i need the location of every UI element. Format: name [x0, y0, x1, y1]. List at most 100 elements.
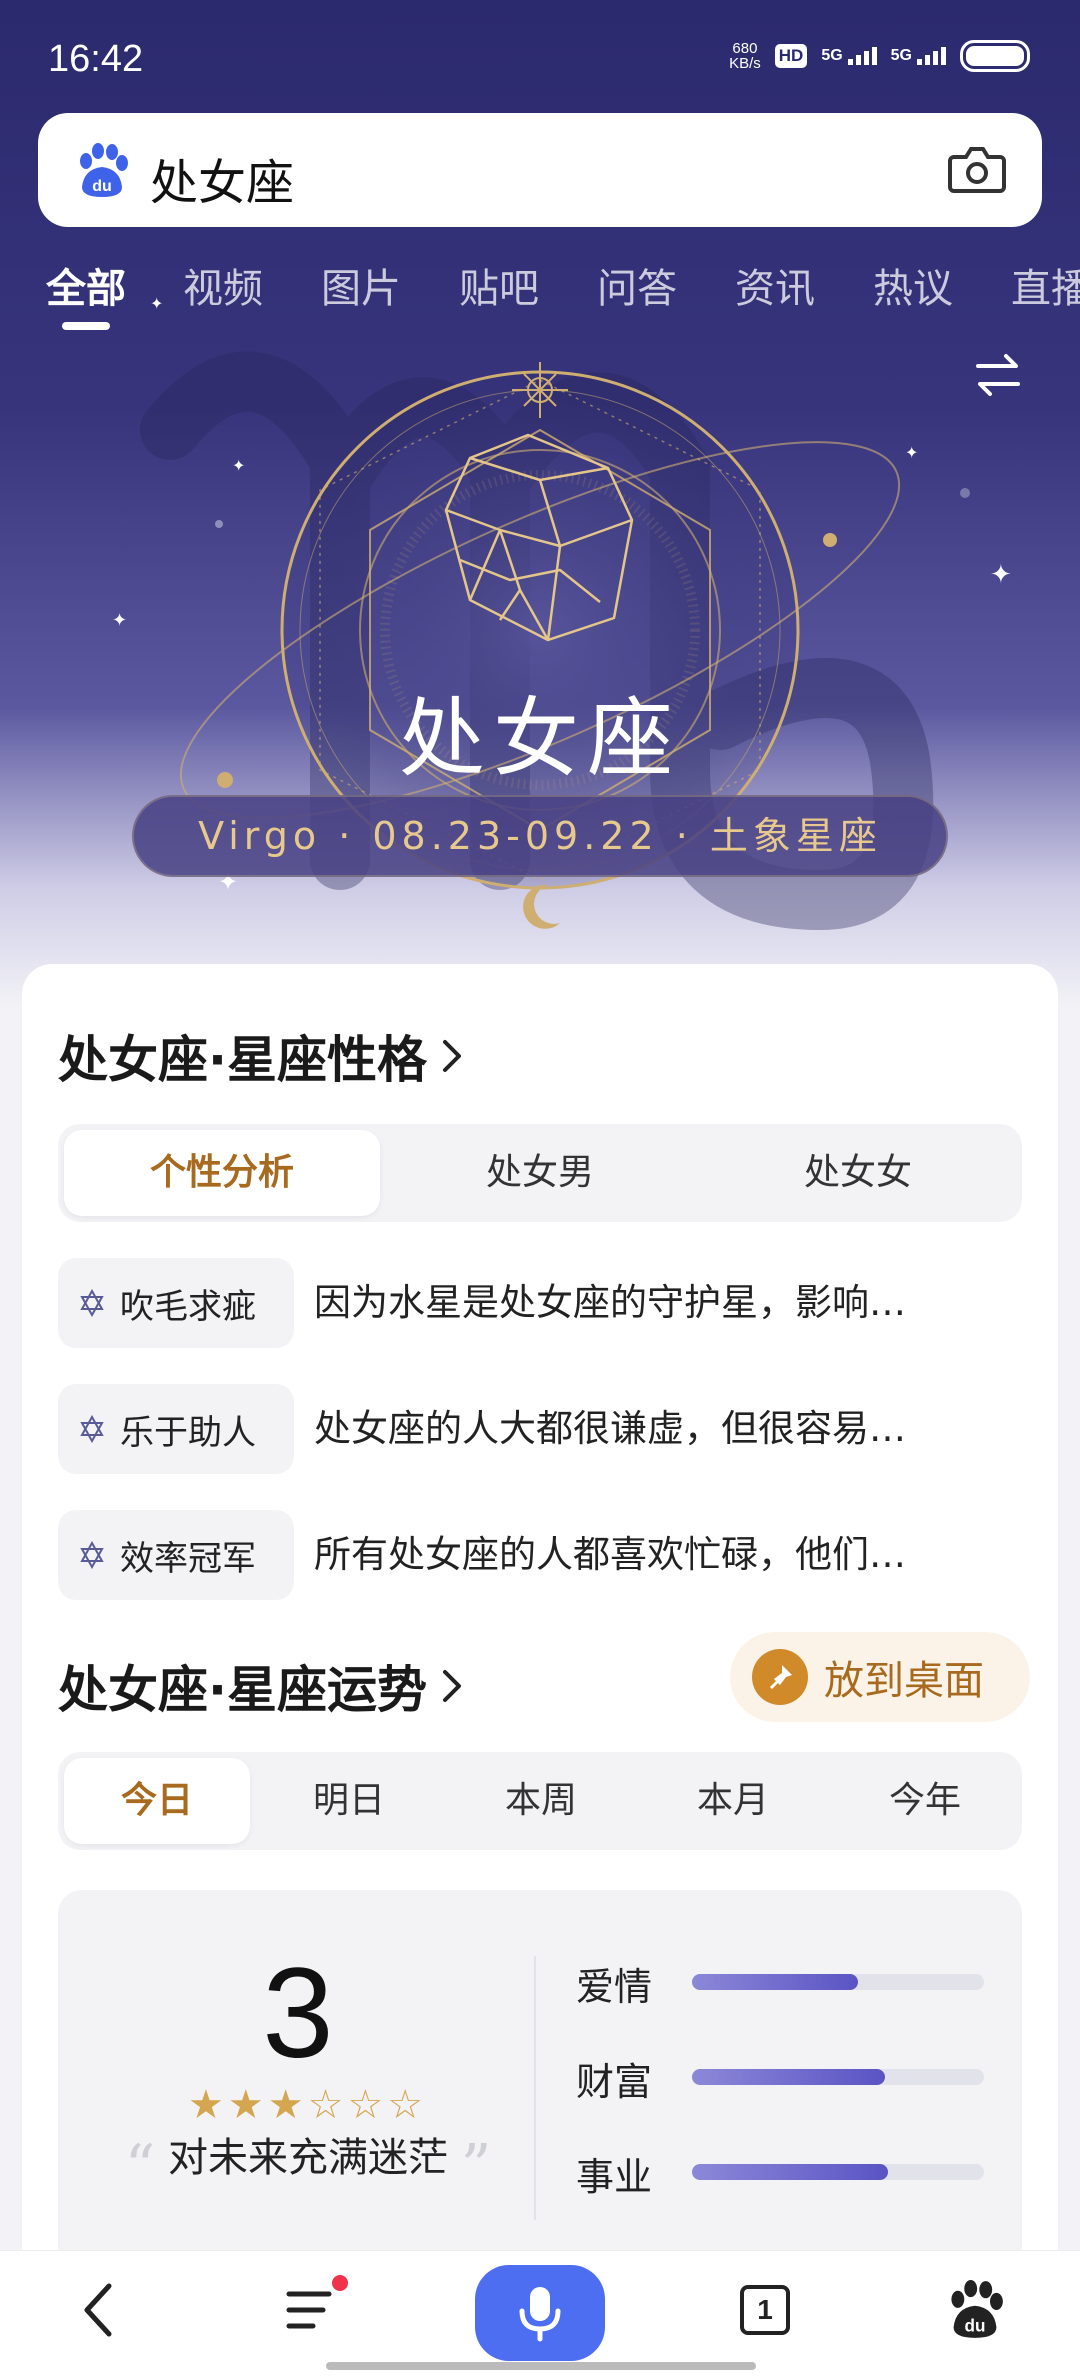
open-quote-icon: “ [124, 2132, 156, 2202]
status-bar: 16:42 680 KB/s HD 5G 5G [0, 0, 1080, 110]
trait-tag-label: 效率冠军 [120, 1538, 256, 1579]
fortune-title[interactable]: 处女座·星座运势 [58, 1650, 463, 1722]
status-time: 16:42 [48, 38, 144, 80]
fortune-summary: 3 ★ ★ ★ ☆ ☆ ☆ “ 对未来充满迷茫 ” 爱情 财富 事业 [58, 1890, 1022, 2270]
battery-icon [960, 40, 1030, 72]
segment-today[interactable]: 今日 [64, 1758, 250, 1844]
fortune-bar-wealth: 财富 [576, 2045, 996, 2105]
star-empty-icon: ☆ [307, 2082, 344, 2128]
star-filled-icon: ★ [188, 2082, 224, 2128]
svg-text:du: du [965, 2315, 986, 2335]
network-speed: 680 KB/s [729, 41, 761, 71]
segment-personality-analysis[interactable]: 个性分析 [64, 1130, 380, 1216]
trait-tag: 乐于助人 [58, 1384, 294, 1474]
close-quote-icon: ” [460, 2132, 492, 2202]
network-speed-value: 680 [732, 40, 758, 57]
baidu-home-icon[interactable]: du [940, 2275, 1010, 2345]
hexagram-icon [80, 1541, 104, 1569]
personality-title-text: 处女座·星座性格 [58, 1031, 427, 1089]
bottom-navigation: 1 du [0, 2250, 1080, 2376]
network-speed-unit: KB/s [729, 55, 761, 72]
divider [534, 1956, 536, 2220]
segment-virgo-female[interactable]: 处女女 [700, 1130, 1016, 1216]
bar-fill [692, 2069, 885, 2085]
star-filled-icon: ★ [267, 2082, 304, 2128]
hexagram-icon [80, 1289, 104, 1317]
signal-label: 5G [821, 47, 843, 64]
camera-icon[interactable] [948, 143, 1006, 195]
baidu-paw-icon[interactable]: du [74, 143, 130, 199]
bar-label: 财富 [576, 2060, 653, 2104]
bar-fill [692, 2164, 888, 2180]
bar-track [692, 2069, 984, 2085]
trait-description: 处女座的人大都很谦虚，但很容易… [314, 1407, 906, 1450]
segment-this-year[interactable]: 今年 [832, 1758, 1018, 1844]
hero-subtitle: Virgo · 08.23-09.22 · 土象星座 [132, 795, 948, 877]
search-input[interactable]: 处女座 [150, 143, 294, 213]
search-bar[interactable]: du 处女座 [38, 113, 1042, 227]
segment-virgo-male[interactable]: 处女男 [382, 1130, 698, 1216]
pin-label: 放到桌面 [824, 1658, 984, 1704]
personality-title[interactable]: 处女座·星座性格 [58, 1020, 463, 1092]
svg-text:du: du [92, 178, 112, 195]
tab-count: 1 [757, 2294, 773, 2325]
bar-fill [692, 1974, 859, 1990]
tab-tieba[interactable]: 贴吧 [459, 256, 539, 314]
fortune-bar-love: 爱情 [576, 1950, 996, 2010]
fortune-quote-text: 对未来充满迷茫 [168, 2135, 448, 2181]
trait-item[interactable]: 吹毛求疵 因为水星是处女座的守护星，影响… [58, 1258, 1022, 1348]
bar-track [692, 1974, 984, 1990]
tab-video[interactable]: 视频 [183, 256, 263, 314]
status-icons: 680 KB/s HD 5G 5G [729, 40, 1030, 72]
trait-item[interactable]: 乐于助人 处女座的人大都很谦虚，但很容易… [58, 1384, 1022, 1474]
signal-label: 5G [890, 47, 912, 64]
bar-label: 事业 [576, 2155, 653, 2199]
trait-tag-label: 乐于助人 [120, 1412, 256, 1453]
trait-tag: 效率冠军 [58, 1510, 294, 1600]
fortune-title-text: 处女座·星座运势 [58, 1661, 427, 1719]
star-empty-icon: ☆ [347, 2082, 384, 2128]
tab-count-icon: 1 [740, 2285, 790, 2335]
hero-title: 处女座 [399, 689, 681, 789]
trait-description: 所有处女座的人都喜欢忙碌，他们… [314, 1533, 906, 1576]
segment-this-month[interactable]: 本月 [640, 1758, 826, 1844]
tab-images[interactable]: 图片 [321, 256, 401, 314]
star-rating: ★ ★ ★ ☆ ☆ ☆ [188, 2085, 423, 2125]
back-icon[interactable] [64, 2275, 134, 2345]
hd-voice-icon: HD [774, 44, 808, 68]
tab-discussion[interactable]: 热议 [873, 256, 953, 314]
active-tab-indicator [62, 322, 110, 330]
trait-item[interactable]: 效率冠军 所有处女座的人都喜欢忙碌，他们… [58, 1510, 1022, 1600]
fortune-segmented-control: 今日 明日 本周 本月 今年 [58, 1752, 1022, 1850]
pin-to-desktop-button[interactable]: 放到桌面 [730, 1632, 1030, 1722]
home-indicator [326, 2362, 756, 2370]
trait-description: 因为水星是处女座的守护星，影响… [314, 1281, 906, 1324]
star-filled-icon: ★ [227, 2082, 264, 2128]
chevron-right-icon [443, 1040, 461, 1072]
fortune-score: 3 [262, 1942, 334, 2085]
tab-news[interactable]: 资讯 [735, 256, 815, 314]
signal-icon: 5G [891, 47, 946, 65]
signal-icon: 5G [821, 47, 877, 65]
bar-label: 爱情 [576, 1965, 653, 2009]
microphone-icon [519, 2287, 561, 2342]
tab-live[interactable]: 直播 [1011, 256, 1080, 314]
trait-tag: 吹毛求疵 [58, 1258, 294, 1348]
personality-segmented-control: 个性分析 处女男 处女女 [58, 1124, 1022, 1222]
fortune-quote: “ 对未来充满迷茫 ” [98, 2125, 518, 2202]
tabs-button[interactable]: 1 [730, 2275, 800, 2345]
star-empty-icon: ☆ [387, 2082, 424, 2128]
fortune-bar-career: 事业 [576, 2140, 996, 2200]
voice-search-button[interactable] [475, 2265, 605, 2361]
search-tabs: 全部 视频 图片 贴吧 问答 资讯 热议 直播 [0, 250, 1080, 340]
chevron-right-icon [443, 1670, 461, 1702]
segment-this-week[interactable]: 本周 [448, 1758, 634, 1844]
pin-icon [752, 1649, 808, 1705]
notification-dot [332, 2275, 348, 2291]
hexagram-icon [80, 1415, 104, 1443]
tab-qa[interactable]: 问答 [597, 256, 677, 314]
segment-tomorrow[interactable]: 明日 [256, 1758, 442, 1844]
tab-all[interactable]: 全部 [46, 256, 126, 314]
bar-track [692, 2164, 984, 2180]
trait-tag-label: 吹毛求疵 [120, 1286, 256, 1327]
